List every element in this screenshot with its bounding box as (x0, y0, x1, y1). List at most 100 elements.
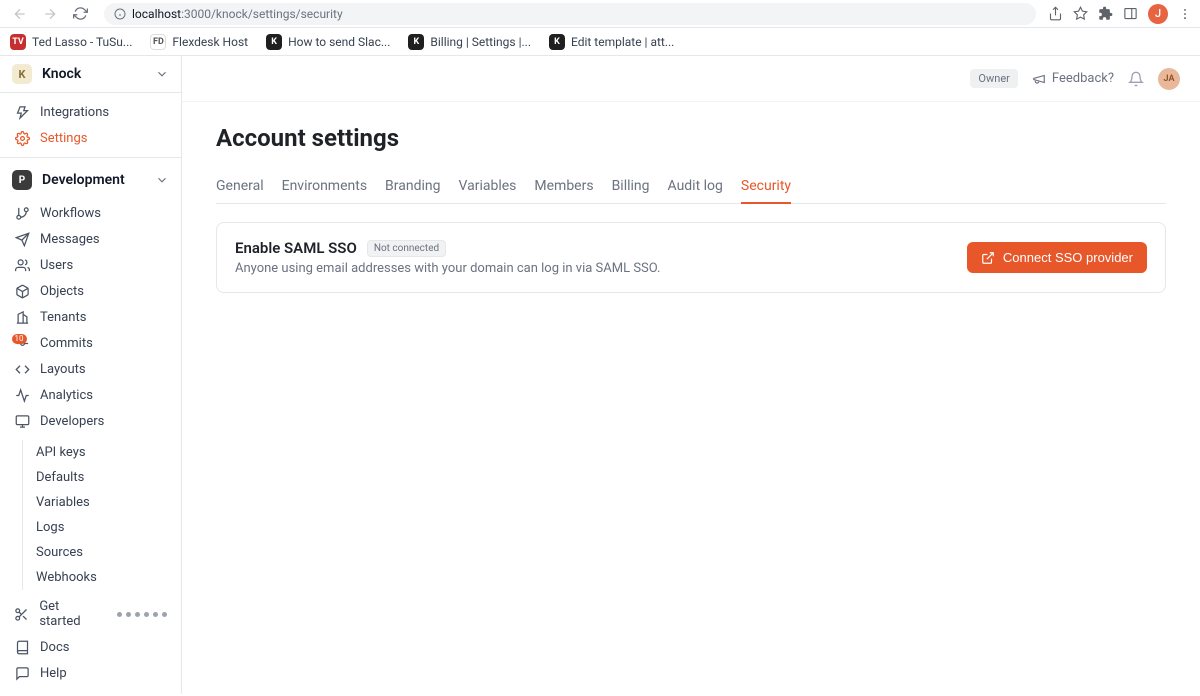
sidebar-item-developers[interactable]: Developers (0, 408, 181, 434)
sidebar-item-help[interactable]: Help (0, 660, 181, 686)
sidebar-item-label: Commits (40, 336, 93, 351)
developers-icon (14, 413, 30, 429)
sidebar: K Knock Integrations Settings P Developme… (0, 56, 182, 694)
objects-icon (14, 283, 30, 299)
sidebar-subitem[interactable]: API keys (0, 440, 181, 465)
external-link-icon (981, 251, 995, 265)
sidebar-item-integrations[interactable]: Integrations (0, 99, 181, 125)
bookmark-label: How to send Slac... (288, 35, 390, 49)
sidebar-item-commits[interactable]: 10 Commits (0, 330, 181, 356)
sidebar-item-label: Layouts (40, 362, 86, 377)
share-icon[interactable] (1048, 6, 1063, 21)
notifications-button[interactable] (1128, 71, 1144, 87)
sidebar-subitem[interactable]: Sources (0, 540, 181, 565)
sidebar-item-analytics[interactable]: Analytics (0, 382, 181, 408)
info-icon (114, 8, 126, 20)
panel-icon[interactable] (1123, 6, 1138, 21)
progress-dots (117, 612, 167, 617)
tab-security[interactable]: Security (741, 170, 791, 204)
bookmark-label: Edit template | att... (571, 35, 674, 49)
sso-title: Enable SAML SSO (235, 239, 357, 257)
users-icon (14, 257, 30, 273)
favicon: K (408, 34, 424, 50)
settings-icon (14, 130, 30, 146)
kebab-icon[interactable] (1178, 7, 1192, 21)
bookmark-item[interactable]: KBilling | Settings |... (408, 34, 531, 50)
sidebar-item-label: Docs (40, 640, 69, 655)
sidebar-item-get-started[interactable]: Get started (0, 594, 181, 634)
tab-variables[interactable]: Variables (458, 170, 516, 204)
sidebar-subitem[interactable]: Defaults (0, 465, 181, 490)
get-started-icon (14, 606, 29, 622)
workspace-switcher[interactable]: K Knock (0, 56, 181, 93)
profile-avatar[interactable]: J (1148, 4, 1168, 24)
sso-card: Enable SAML SSO Not connected Anyone usi… (216, 222, 1166, 293)
tab-audit-log[interactable]: Audit log (668, 170, 723, 204)
sidebar-item-label: Settings (40, 131, 87, 146)
tab-branding[interactable]: Branding (385, 170, 440, 204)
reload-button[interactable] (68, 2, 92, 26)
sidebar-item-docs[interactable]: Docs (0, 634, 181, 660)
settings-tabs: General Environments Branding Variables Memb… (216, 170, 1166, 204)
sidebar-item-users[interactable]: Users (0, 252, 181, 278)
workflows-icon (14, 205, 30, 221)
tab-general[interactable]: General (216, 170, 264, 204)
sidebar-item-workflows[interactable]: Workflows (0, 200, 181, 226)
sidebar-item-label: Tenants (40, 310, 86, 325)
back-button[interactable] (8, 2, 32, 26)
messages-icon (14, 231, 30, 247)
sidebar-subitem[interactable]: Webhooks (0, 565, 181, 590)
commits-badge: 10 (12, 334, 27, 344)
sidebar-item-label: Messages (40, 232, 100, 247)
integrations-icon (14, 104, 30, 120)
environment-switcher[interactable]: P Development (0, 158, 181, 200)
bookmark-label: Ted Lasso - TuSu... (32, 35, 132, 49)
forward-button[interactable] (38, 2, 62, 26)
sidebar-item-label: Analytics (40, 388, 93, 403)
sso-status-pill: Not connected (367, 240, 446, 257)
bookmark-item[interactable]: TV Ted Lasso - TuSu... (10, 34, 132, 50)
sidebar-item-messages[interactable]: Messages (0, 226, 181, 252)
bookmarks-bar: TV Ted Lasso - TuSu... FD Flexdesk Host K How… (0, 28, 1200, 56)
sidebar-item-tenants[interactable]: Tenants (0, 304, 181, 330)
sidebar-subitem[interactable]: Logs (0, 515, 181, 540)
favicon: FD (150, 34, 166, 50)
bookmark-label: Flexdesk Host (172, 35, 248, 49)
sidebar-item-settings[interactable]: Settings (0, 125, 181, 151)
workspace-name: Knock (42, 66, 145, 82)
topbar: Owner Feedback? JA (182, 56, 1200, 102)
sidebar-item-objects[interactable]: Objects (0, 278, 181, 304)
sidebar-item-label: Users (40, 258, 73, 273)
tab-members[interactable]: Members (534, 170, 593, 204)
favicon: K (549, 34, 565, 50)
sidebar-item-label: Help (40, 666, 67, 681)
url-bar[interactable]: localhost:3000/knock/settings/security (104, 3, 1036, 25)
sidebar-subitem[interactable]: Variables (0, 490, 181, 515)
sidebar-item-label: Developers (40, 414, 104, 429)
bookmark-item[interactable]: K Edit template | att... (549, 34, 674, 50)
page-title: Account settings (216, 124, 1166, 152)
favicon: K (266, 34, 282, 50)
role-badge: Owner (970, 69, 1017, 88)
connect-sso-button[interactable]: Connect SSO provider (967, 242, 1147, 273)
tenants-icon (14, 309, 30, 325)
megaphone-icon (1032, 72, 1046, 86)
sso-description: Anyone using email addresses with your d… (235, 261, 661, 276)
feedback-label: Feedback? (1052, 71, 1114, 86)
favicon: TV (10, 34, 26, 50)
browser-toolbar: localhost:3000/knock/settings/security J (0, 0, 1200, 28)
user-avatar[interactable]: JA (1158, 68, 1180, 90)
sidebar-item-layouts[interactable]: Layouts (0, 356, 181, 382)
star-icon[interactable] (1073, 6, 1088, 21)
bookmark-item[interactable]: FD Flexdesk Host (150, 34, 248, 50)
extensions-icon[interactable] (1098, 6, 1113, 21)
sidebar-item-label: Integrations (40, 105, 109, 120)
tab-environments[interactable]: Environments (282, 170, 367, 204)
analytics-icon (14, 387, 30, 403)
tab-billing[interactable]: Billing (612, 170, 650, 204)
sidebar-item-label: Objects (40, 284, 84, 299)
sidebar-item-label: Workflows (40, 206, 101, 221)
commits-icon: 10 (14, 335, 30, 351)
bookmark-item[interactable]: K How to send Slac... (266, 34, 390, 50)
feedback-button[interactable]: Feedback? (1032, 71, 1114, 86)
